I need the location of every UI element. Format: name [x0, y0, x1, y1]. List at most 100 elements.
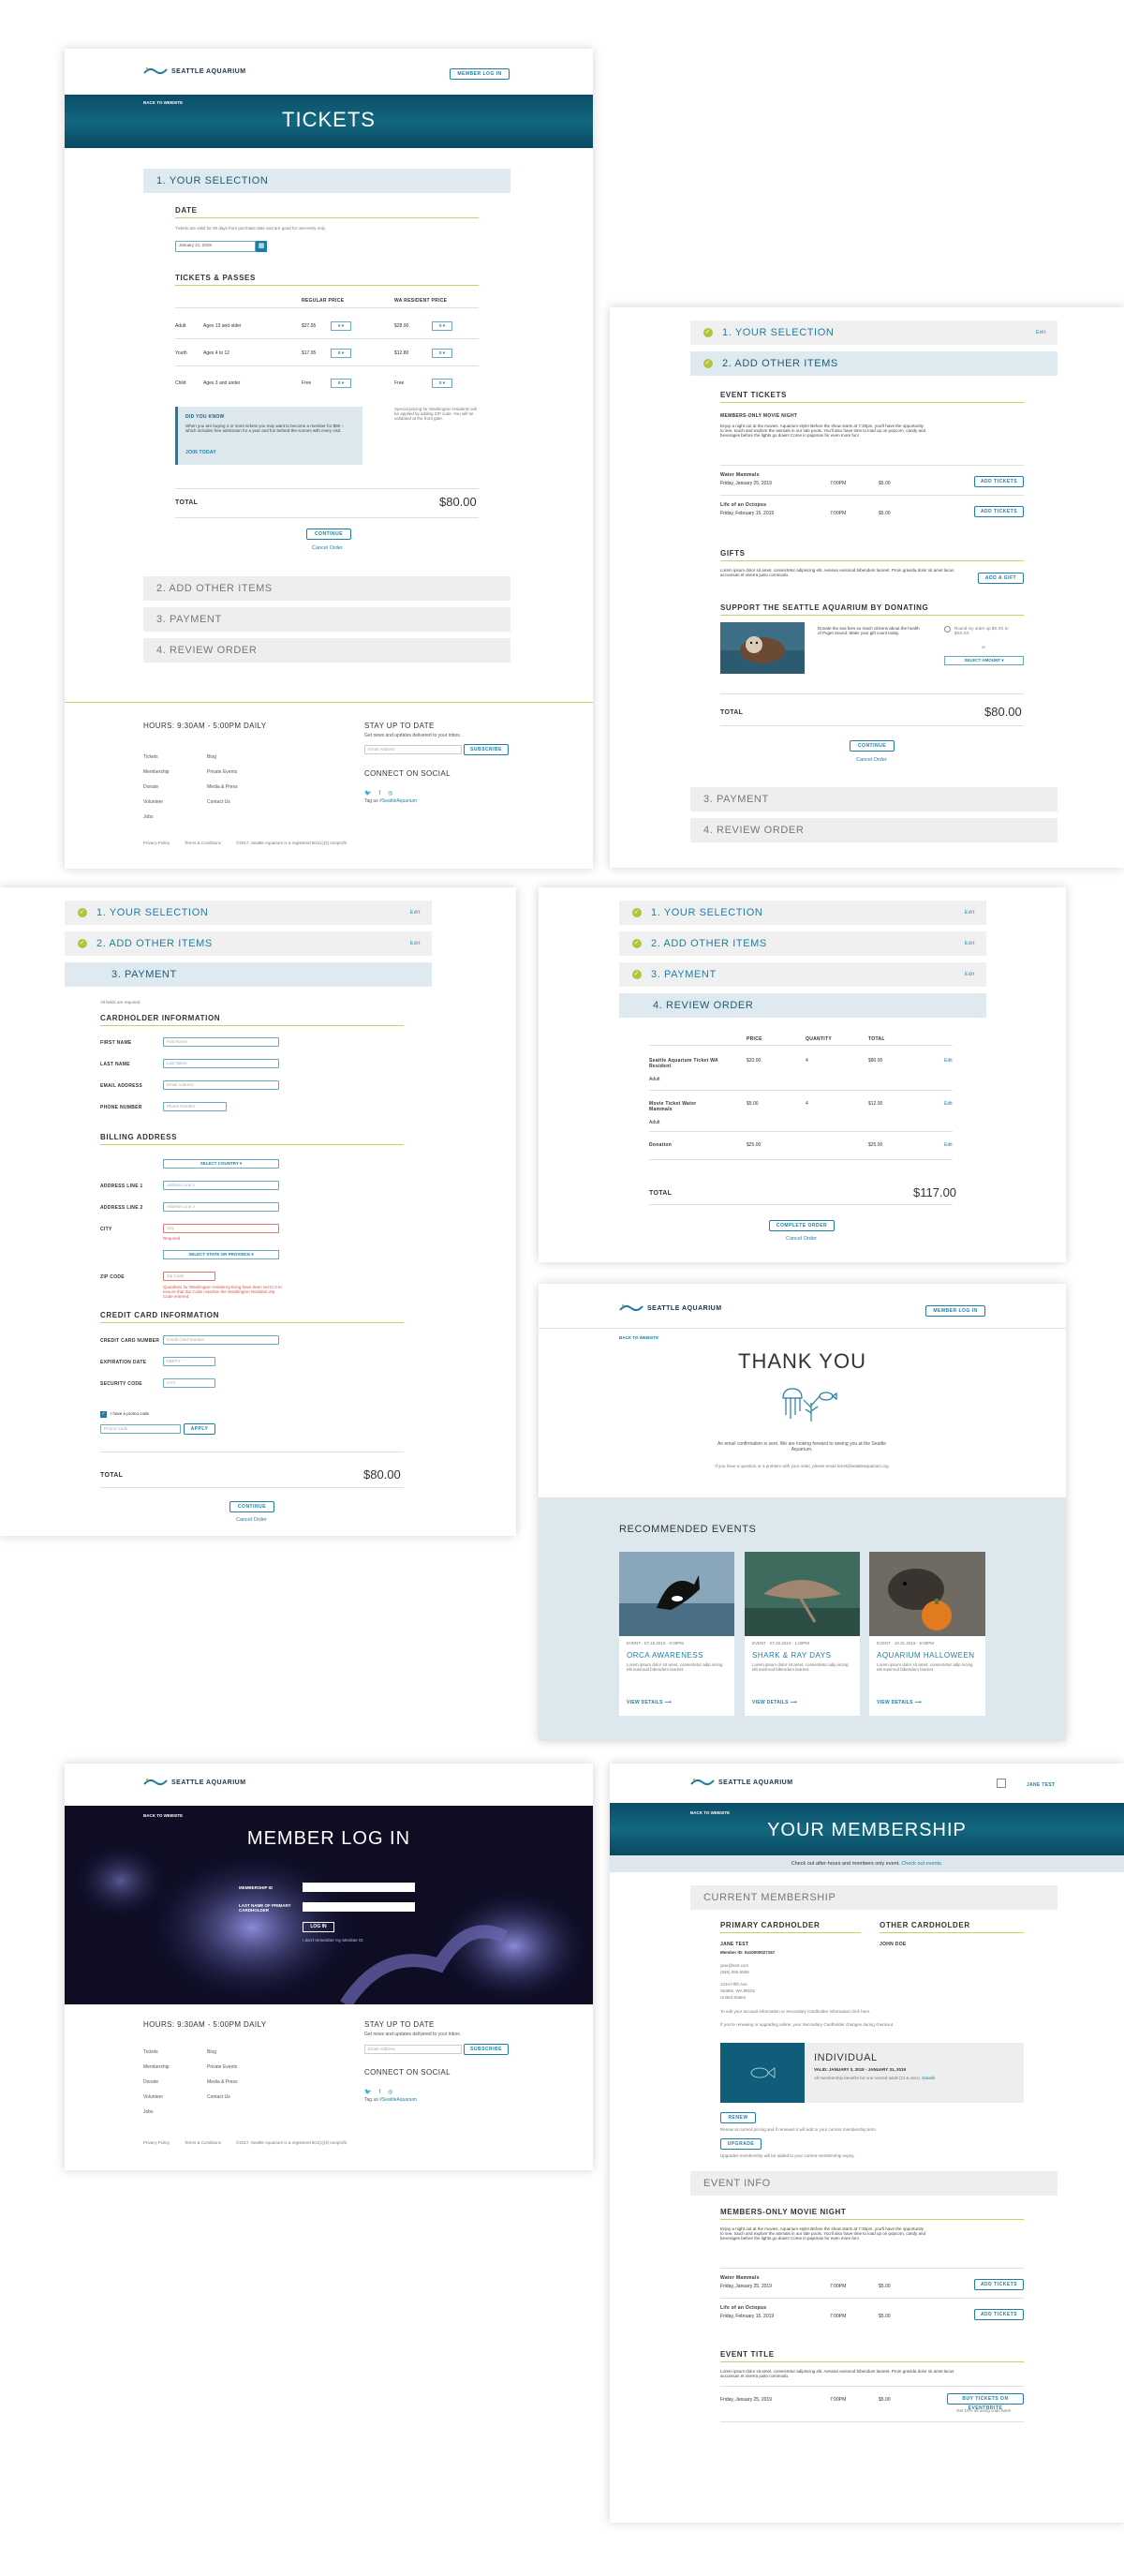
cancel-order-link[interactable]: Cancel Order: [786, 1236, 817, 1242]
add-gift-button[interactable]: ADD A GIFT: [978, 573, 1024, 584]
step-review-order[interactable]: 4. REVIEW ORDER: [690, 818, 1057, 842]
back-to-website-link[interactable]: BACK TO WEBSITE: [619, 1335, 658, 1340]
footer-link[interactable]: Donate: [143, 780, 170, 795]
continue-button[interactable]: CONTINUE: [229, 1501, 274, 1512]
renew-button[interactable]: RENEW: [720, 2112, 756, 2123]
step-payment[interactable]: ✓ 3. PAYMENT Edit: [619, 962, 986, 987]
edit-link[interactable]: Edit: [1036, 330, 1046, 335]
back-to-website-link[interactable]: BACK TO WEBSITE: [690, 1810, 730, 1815]
step-your-selection[interactable]: 1. YOUR SELECTION: [143, 169, 510, 193]
privacy-link[interactable]: Privacy Policy: [143, 841, 170, 845]
quantity-stepper[interactable]: 0 ▾: [432, 349, 452, 358]
edit-link[interactable]: Edit: [965, 910, 975, 916]
step-add-other-items[interactable]: 2. ADD OTHER ITEMS: [143, 576, 510, 601]
logo[interactable]: SEATTLE AQUARIUM: [619, 1303, 722, 1314]
view-details-link[interactable]: VIEW DETAILS ⟶: [752, 1700, 797, 1705]
view-details-link[interactable]: VIEW DETAILS ⟶: [627, 1700, 672, 1705]
facebook-icon[interactable]: f: [378, 791, 380, 797]
footer-link[interactable]: Membership: [143, 2060, 170, 2075]
step-payment[interactable]: 3. PAYMENT: [690, 787, 1057, 812]
footer-link[interactable]: Contact Us: [207, 2090, 238, 2105]
twitter-icon[interactable]: 🐦: [364, 790, 371, 797]
tag-handle[interactable]: #SeattleAquarium: [379, 2097, 417, 2103]
add-tickets-button[interactable]: ADD TICKETS: [974, 506, 1024, 517]
email-field[interactable]: Email Address: [163, 1080, 279, 1090]
apply-button[interactable]: APPLY: [184, 1423, 215, 1435]
step-add-other-items[interactable]: ✓ 2. ADD OTHER ITEMS: [690, 351, 1057, 376]
expiration-field[interactable]: MM/YY: [163, 1357, 215, 1366]
footer-link[interactable]: Jobs: [143, 2105, 170, 2120]
facebook-icon[interactable]: f: [378, 2090, 380, 2095]
event-card[interactable]: EVENT · 07.20.2019 · 1:00PM SHARK & RAY …: [745, 1552, 860, 1716]
promo-code-field[interactable]: Promo Code: [100, 1424, 181, 1434]
back-to-website-link[interactable]: BACK TO WEBSITE: [143, 100, 183, 105]
logo[interactable]: SEATTLE AQUARIUM: [690, 1777, 793, 1788]
step-your-selection[interactable]: ✓ 1. YOUR SELECTION Edit: [65, 901, 432, 925]
twitter-icon[interactable]: 🐦: [364, 2089, 371, 2095]
join-today-link[interactable]: JOIN TODAY: [185, 450, 216, 455]
edit-link[interactable]: Edit: [944, 1101, 953, 1107]
continue-button[interactable]: CONTINUE: [306, 529, 351, 540]
edit-link[interactable]: Edit: [944, 1142, 953, 1148]
add-tickets-button[interactable]: ADD TICKETS: [974, 476, 1024, 487]
continue-button[interactable]: CONTINUE: [850, 740, 895, 752]
edit-link[interactable]: Edit: [410, 941, 421, 946]
quantity-stepper[interactable]: 0 ▾: [432, 379, 452, 388]
footer-link[interactable]: Private Events: [207, 765, 238, 780]
add-tickets-button[interactable]: ADD TICKETS: [974, 2309, 1024, 2320]
zip-code-field[interactable]: Zip Code: [163, 1272, 215, 1281]
edit-link[interactable]: Edit: [410, 910, 421, 916]
city-field[interactable]: City: [163, 1224, 279, 1233]
footer-link[interactable]: Jobs: [143, 810, 170, 825]
tag-handle[interactable]: #SeattleAquarium: [379, 798, 417, 804]
instagram-icon[interactable]: ◎: [388, 2089, 392, 2095]
footer-link[interactable]: Tickets: [143, 750, 170, 765]
privacy-link[interactable]: Privacy Policy: [143, 2140, 170, 2145]
terms-link[interactable]: Terms & Conditions: [185, 2140, 221, 2145]
user-name[interactable]: JANE TEST: [1027, 1782, 1055, 1788]
email-field[interactable]: Email Address: [364, 745, 462, 754]
event-card[interactable]: EVENT · 07.15.2019 · 6:00PM ORCA AWARENE…: [619, 1552, 734, 1716]
footer-link[interactable]: Media & Press: [207, 2075, 238, 2090]
eventbrite-button[interactable]: BUY TICKETS ON EVENTBRITE: [947, 2393, 1024, 2411]
footer-link[interactable]: Blog: [207, 2045, 238, 2060]
quantity-stepper[interactable]: 0 ▾: [432, 321, 452, 331]
event-card[interactable]: EVENT · 10.31.2019 · 5:00PM AQUARIUM HAL…: [869, 1552, 985, 1716]
country-dropdown[interactable]: SELECT COUNTRY ▾: [163, 1159, 279, 1169]
step-review-order[interactable]: 4. REVIEW ORDER: [619, 993, 986, 1018]
footer-link[interactable]: Donate: [143, 2075, 170, 2090]
step-your-selection[interactable]: ✓ 1. YOUR SELECTION Edit: [619, 901, 986, 925]
cancel-order-link[interactable]: Cancel Order: [856, 757, 887, 763]
footer-link[interactable]: Contact Us: [207, 795, 238, 810]
step-review-order[interactable]: 4. REVIEW ORDER: [143, 638, 510, 663]
quantity-stepper[interactable]: 0 ▾: [331, 321, 351, 331]
step-add-other-items[interactable]: ✓ 2. ADD OTHER ITEMS Edit: [619, 931, 986, 956]
step-your-selection[interactable]: ✓ 1. YOUR SELECTION Edit: [690, 320, 1057, 345]
cancel-order-link[interactable]: Cancel Order: [236, 1517, 267, 1523]
last-name-field[interactable]: [303, 1902, 415, 1912]
cancel-order-link[interactable]: Cancel Order: [312, 545, 343, 551]
upgrade-button[interactable]: UPGRADE: [720, 2138, 762, 2150]
forgot-id-link[interactable]: I don't remember my Member ID: [303, 1938, 363, 1943]
back-to-website-link[interactable]: BACK TO WEBSITE: [143, 1813, 183, 1818]
last-name-field[interactable]: Last Name: [163, 1059, 279, 1068]
details-link[interactable]: Details: [922, 2076, 935, 2080]
address-line-1-field[interactable]: Address Line 1: [163, 1181, 279, 1190]
subscribe-button[interactable]: SUBSCRIBE: [464, 2044, 509, 2055]
edit-link[interactable]: Edit: [944, 1058, 953, 1064]
logo[interactable]: SEATTLE AQUARIUM: [143, 1777, 246, 1788]
step-payment[interactable]: 3. PAYMENT: [65, 962, 432, 987]
login-button[interactable]: LOG IN: [303, 1922, 334, 1932]
quantity-stepper[interactable]: 0 ▾: [331, 379, 351, 388]
member-login-button[interactable]: MEMBER LOG IN: [925, 1305, 985, 1317]
step-add-other-items[interactable]: ✓ 2. ADD OTHER ITEMS Edit: [65, 931, 432, 956]
phone-field[interactable]: Phone Number: [163, 1102, 227, 1111]
subscribe-button[interactable]: SUBSCRIBE: [464, 744, 509, 755]
user-icon[interactable]: [997, 1779, 1006, 1788]
security-code-field[interactable]: CVV: [163, 1378, 215, 1388]
edit-link[interactable]: Edit: [965, 941, 975, 946]
first-name-field[interactable]: First Name: [163, 1037, 279, 1047]
view-details-link[interactable]: VIEW DETAILS ⟶: [877, 1700, 922, 1705]
logo[interactable]: SEATTLE AQUARIUM: [143, 66, 246, 77]
footer-link[interactable]: Private Events: [207, 2060, 238, 2075]
